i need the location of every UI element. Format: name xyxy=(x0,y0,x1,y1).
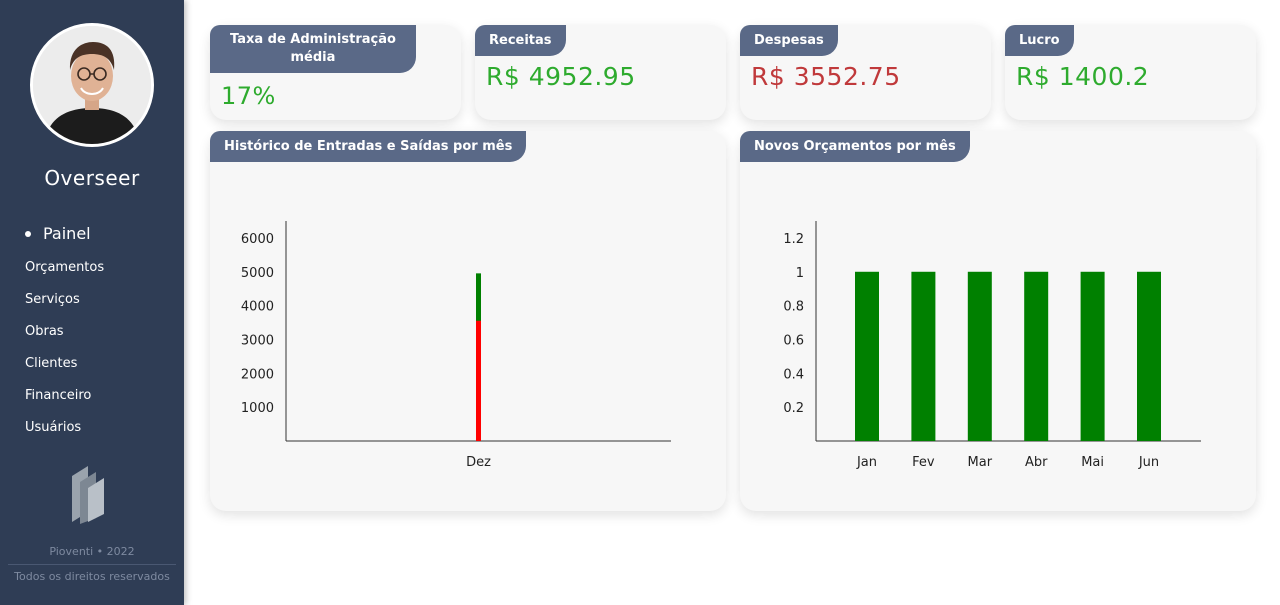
sidebar-item-painel[interactable]: Painel xyxy=(25,224,91,243)
x-tick-label: Abr xyxy=(1025,455,1048,470)
kpi-value: R$ 4952.95 xyxy=(486,62,636,91)
y-tick-label: 2000 xyxy=(241,367,274,382)
kpi-card-profit: Lucro R$ 1400.2 xyxy=(1005,25,1256,120)
sidebar-item-usuarios[interactable]: Usuários xyxy=(25,420,81,435)
footer-divider xyxy=(8,564,176,565)
x-tick-label: Jan xyxy=(856,455,877,470)
kpi-label: Taxa de Administração média xyxy=(210,25,416,73)
footer-year: Pioventi • 2022 xyxy=(49,545,135,558)
kpi-card-admin-fee: Taxa de Administração média 17% xyxy=(210,25,461,120)
y-tick-label: 1000 xyxy=(241,401,274,416)
x-tick-label: Jun xyxy=(1138,455,1159,470)
kpi-card-expenses: Despesas R$ 3552.75 xyxy=(740,25,991,120)
sidebar: Overseer Painel Orçamentos Serviços Obra… xyxy=(0,0,184,605)
y-tick-label: 6000 xyxy=(241,232,274,247)
chart-card-cashflow: Histórico de Entradas e Saídas por mês 1… xyxy=(210,131,726,511)
kpi-value: 17% xyxy=(221,82,276,110)
avatar[interactable] xyxy=(30,23,154,147)
new-quotes-chart: 0.2 0.4 0.6 0.8 1 1.2 Jan Fev Mar Abr Mai Jun xyxy=(783,221,1201,470)
bar-new-quotes xyxy=(855,271,879,441)
sidebar-item-financeiro[interactable]: Financeiro xyxy=(25,388,91,403)
company-logo xyxy=(66,462,114,526)
y-tick-label: 1.2 xyxy=(783,232,804,247)
brand-name: Overseer xyxy=(44,166,140,190)
bar-new-quotes xyxy=(1024,271,1049,441)
y-tick-label: 3000 xyxy=(241,333,274,348)
kpi-label-line2: média xyxy=(290,50,336,65)
sidebar-item-orcamentos[interactable]: Orçamentos xyxy=(25,260,104,275)
x-tick-label: Fev xyxy=(912,455,935,470)
y-tick-label: 0.6 xyxy=(783,333,804,348)
kpi-value: R$ 3552.75 xyxy=(751,62,901,91)
y-tick-label: 0.4 xyxy=(783,367,804,382)
sidebar-item-label: Painel xyxy=(43,224,91,243)
bar-new-quotes xyxy=(967,271,992,441)
footer-rights: Todos os direitos reservados xyxy=(14,570,170,583)
kpi-label-line1: Taxa de Administração xyxy=(230,32,396,47)
sidebar-item-servicos[interactable]: Serviços xyxy=(25,292,80,307)
chart-card-new-quotes: Novos Orçamentos por mês 0.2 0.4 0.6 0.8 1 1.… xyxy=(740,131,1256,511)
x-tick-label: Dez xyxy=(466,455,491,470)
bar-expenses xyxy=(476,320,481,441)
bar-new-quotes xyxy=(911,271,936,441)
cashflow-chart: 1000 2000 3000 4000 5000 6000 Dez xyxy=(241,221,671,470)
y-tick-label: 1 xyxy=(796,266,804,281)
bullet-icon xyxy=(25,230,31,237)
y-tick-label: 5000 xyxy=(241,266,274,281)
x-tick-label: Mai xyxy=(1081,455,1104,470)
kpi-label: Despesas xyxy=(740,25,838,56)
x-tick-label: Mar xyxy=(968,455,993,470)
kpi-card-revenue: Receitas R$ 4952.95 xyxy=(475,25,726,120)
bar-new-quotes xyxy=(1137,271,1161,441)
y-tick-label: 0.2 xyxy=(783,401,804,416)
kpi-label: Receitas xyxy=(475,25,566,56)
y-tick-label: 4000 xyxy=(241,300,274,315)
kpi-label: Lucro xyxy=(1005,25,1074,56)
sidebar-item-clientes[interactable]: Clientes xyxy=(25,356,77,371)
kpi-value: R$ 1400.2 xyxy=(1016,62,1150,91)
bar-new-quotes xyxy=(1080,271,1105,441)
sidebar-item-obras[interactable]: Obras xyxy=(25,324,64,339)
y-tick-label: 0.8 xyxy=(783,300,804,315)
